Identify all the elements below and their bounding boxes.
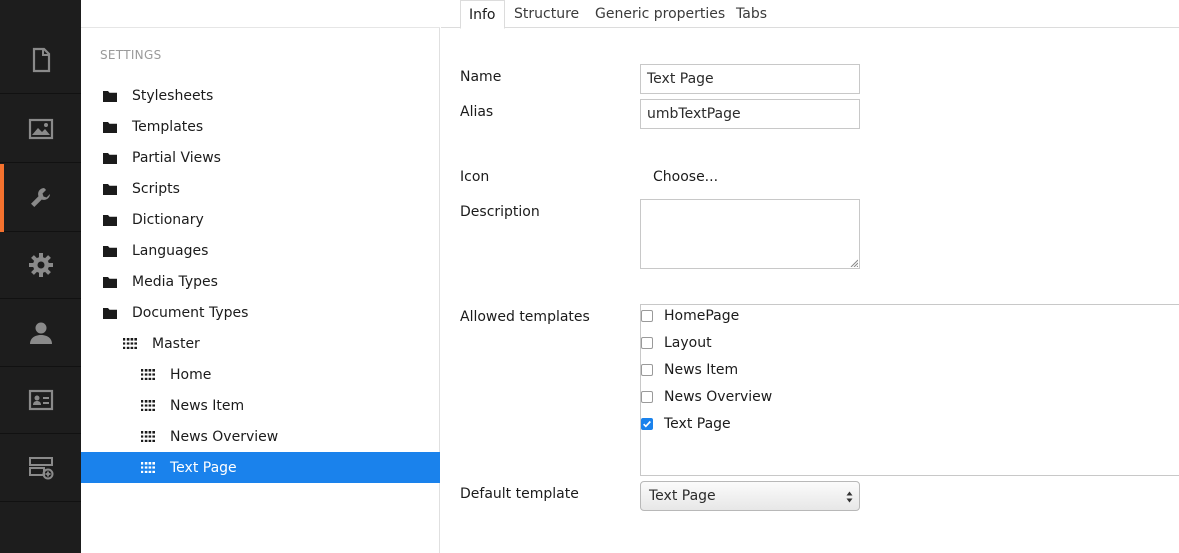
folder-icon	[102, 89, 118, 103]
tree-item-home[interactable]: Home	[81, 359, 440, 390]
default-template-select[interactable]: Text Page	[640, 481, 860, 511]
tree-item-label: Templates	[132, 118, 204, 135]
id-card-icon	[28, 389, 53, 410]
template-option-label: News Overview	[664, 389, 773, 405]
tree-item-label: Home	[170, 366, 212, 383]
add-server-icon	[28, 456, 53, 479]
tree-item-master[interactable]: Master	[81, 328, 440, 359]
template-option-label: News Item	[664, 362, 739, 378]
resize-handle-icon[interactable]	[850, 259, 858, 267]
wrench-icon	[30, 187, 50, 207]
template-option-text-page[interactable]: Text Page	[641, 414, 731, 434]
tree-topbar	[81, 0, 440, 28]
doctype-icon	[140, 461, 156, 475]
user-icon	[29, 322, 52, 344]
tree-item-label: Media Types	[132, 273, 218, 290]
tab-tabs[interactable]: Tabs	[728, 0, 775, 28]
default-template-label: Default template	[460, 486, 579, 502]
description-textarea[interactable]	[640, 199, 860, 269]
section-content[interactable]	[0, 26, 81, 94]
tree-item-label: Master	[152, 335, 200, 352]
tree-item-stylesheets[interactable]: Stylesheets	[81, 80, 440, 111]
icon-choose-link[interactable]: Choose...	[653, 169, 718, 185]
tree-item-label: Text Page	[170, 459, 237, 476]
tab-bar: Info Structure Generic properties Tabs	[441, 0, 1179, 29]
section-media[interactable]	[0, 95, 81, 163]
alias-label: Alias	[460, 104, 494, 120]
folder-icon	[102, 213, 118, 227]
tree-item-label: Scripts	[132, 180, 180, 197]
tree-item-label: News Overview	[170, 428, 279, 445]
template-option-label: HomePage	[664, 308, 740, 324]
tree-item-label: Stylesheets	[132, 87, 214, 104]
template-checkbox[interactable]	[641, 337, 653, 349]
tree-panel: SETTINGS Stylesheets Templates Partial Vie…	[81, 0, 440, 553]
doctype-icon	[122, 337, 138, 351]
app-window: SETTINGS Stylesheets Templates Partial Vie…	[0, 0, 1179, 553]
folder-icon	[102, 306, 118, 320]
allowed-templates-label: Allowed templates	[460, 309, 590, 325]
folder-icon	[102, 120, 118, 134]
tree-heading: SETTINGS	[100, 48, 162, 62]
tree-item-label: Partial Views	[132, 149, 221, 166]
icon-label: Icon	[460, 169, 490, 185]
folder-icon	[102, 151, 118, 165]
tree-item-news-item[interactable]: News Item	[81, 390, 440, 421]
section-forms[interactable]	[0, 434, 81, 502]
tree-item-document-types[interactable]: Document Types	[81, 297, 440, 328]
image-icon	[28, 118, 53, 139]
section-developer[interactable]	[0, 231, 81, 299]
tab-info[interactable]: Info	[460, 0, 505, 29]
template-checkbox[interactable]	[641, 391, 653, 403]
template-checkbox[interactable]	[641, 418, 653, 430]
tree-item-text-page[interactable]: Text Page	[81, 452, 440, 483]
tree-item-media-types[interactable]: Media Types	[81, 266, 440, 297]
template-option-layout[interactable]: Layout	[641, 333, 712, 353]
tree-item-label: News Item	[170, 397, 245, 414]
tree-item-dictionary[interactable]: Dictionary	[81, 204, 440, 235]
sections-bar	[0, 0, 81, 553]
template-option-news-item[interactable]: News Item	[641, 360, 738, 380]
alias-input[interactable]: umbTextPage	[640, 99, 860, 129]
section-settings[interactable]	[0, 164, 81, 232]
template-checkbox[interactable]	[641, 310, 653, 322]
tree-item-scripts[interactable]: Scripts	[81, 173, 440, 204]
template-option-homepage[interactable]: HomePage	[641, 306, 739, 326]
doctype-icon	[140, 399, 156, 413]
gear-icon	[28, 252, 53, 277]
tree-item-label: Dictionary	[132, 211, 204, 228]
doctype-icon	[140, 430, 156, 444]
section-users[interactable]	[0, 299, 81, 367]
name-label: Name	[460, 69, 502, 85]
check-icon	[643, 420, 651, 428]
description-label: Description	[460, 204, 540, 220]
folder-icon	[102, 275, 118, 289]
folder-icon	[102, 182, 118, 196]
tree-item-label: Languages	[132, 242, 209, 259]
tree-item-languages[interactable]: Languages	[81, 235, 440, 266]
tree-item-news-overview[interactable]: News Overview	[81, 421, 440, 452]
template-option-label: Text Page	[664, 416, 731, 432]
section-members[interactable]	[0, 366, 81, 434]
name-input[interactable]: Text Page	[640, 64, 860, 94]
tab-structure[interactable]: Structure	[506, 0, 587, 28]
tree-item-templates[interactable]: Templates	[81, 111, 440, 142]
select-arrows-icon	[846, 491, 853, 503]
template-checkbox[interactable]	[641, 364, 653, 376]
template-option-news-overview[interactable]: News Overview	[641, 387, 772, 407]
tab-generic-properties[interactable]: Generic properties	[587, 0, 733, 28]
document-icon	[32, 47, 50, 72]
template-option-label: Layout	[664, 335, 712, 351]
tree-item-label: Document Types	[132, 304, 249, 321]
folder-icon	[102, 244, 118, 258]
tree-item-partial-views[interactable]: Partial Views	[81, 142, 440, 173]
default-template-value: Text Page	[649, 488, 716, 504]
doctype-icon	[140, 368, 156, 382]
